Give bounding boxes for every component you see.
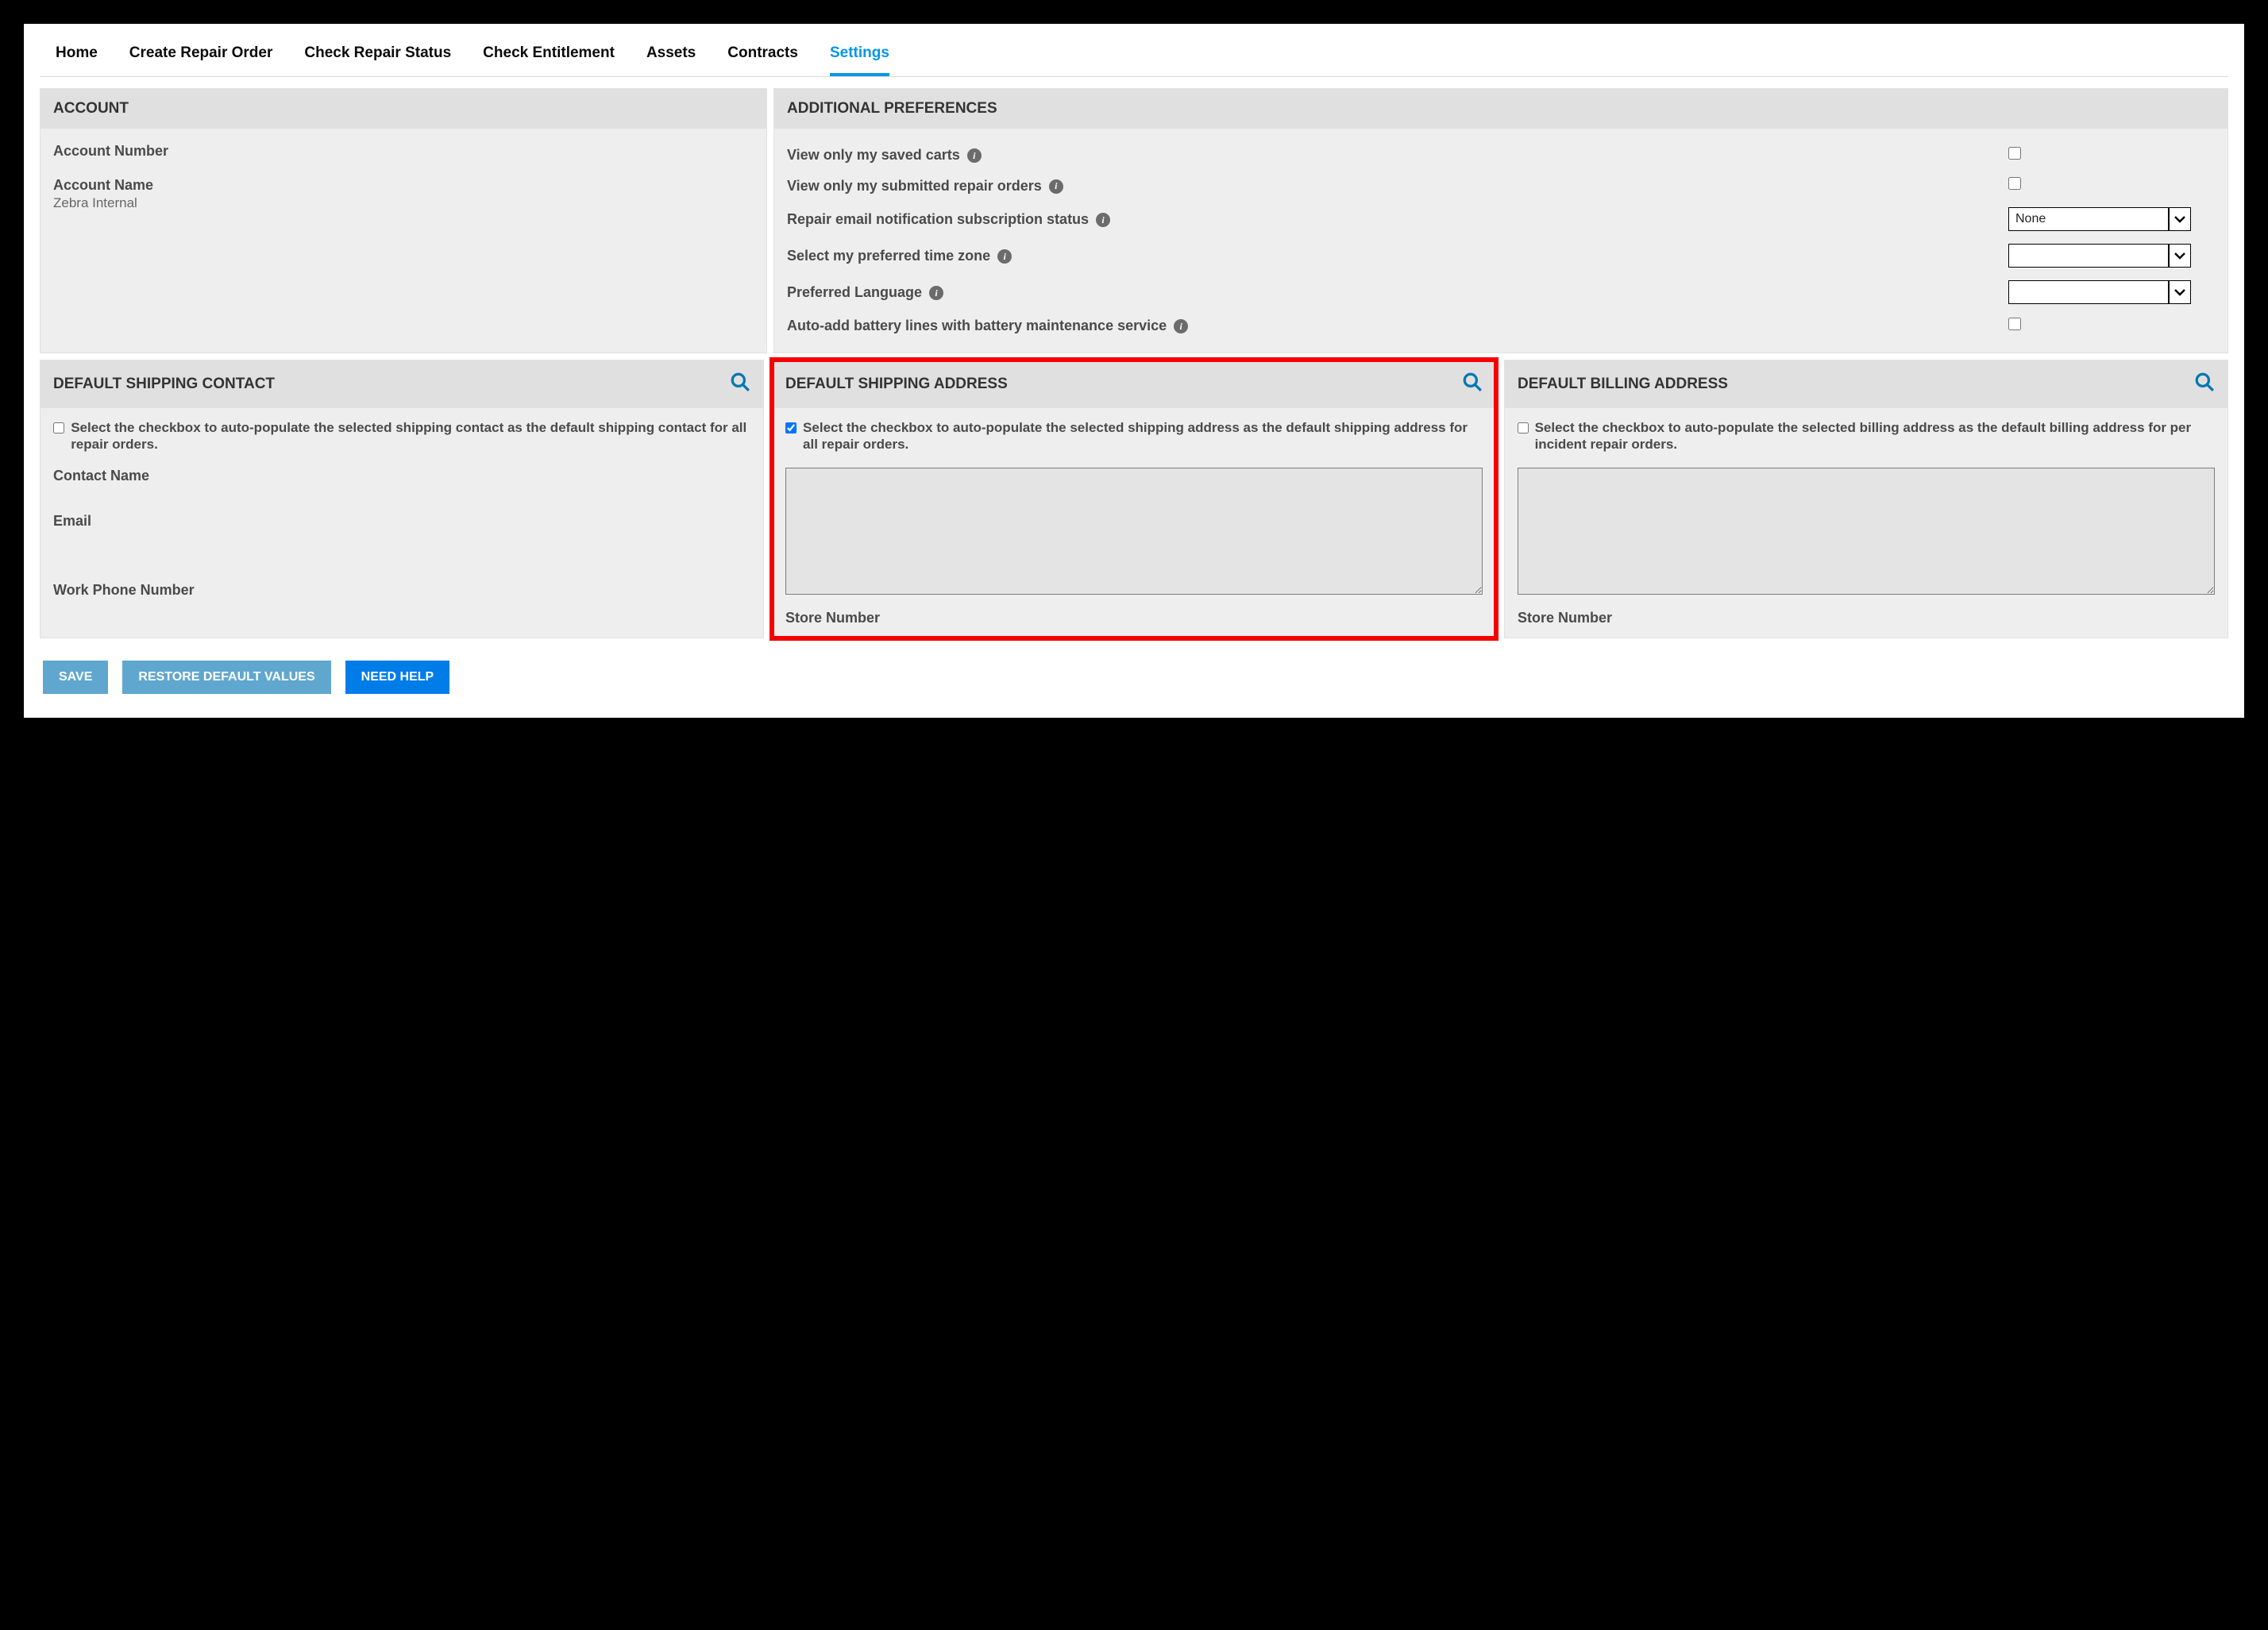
work-phone-label: Work Phone Number xyxy=(53,582,750,599)
email-label: Email xyxy=(53,513,750,530)
info-icon[interactable]: i xyxy=(1096,213,1110,227)
search-icon[interactable] xyxy=(2194,372,2215,397)
top-nav: Home Create Repair Order Check Repair St… xyxy=(40,32,2228,77)
shipping-contact-checkbox-text: Select the checkbox to auto-populate the… xyxy=(71,419,750,454)
shipping-address-header: DEFAULT SHIPPING ADDRESS xyxy=(773,360,1495,408)
pref-battery-checkbox[interactable] xyxy=(2008,318,2021,330)
app-frame: Home Create Repair Order Check Repair St… xyxy=(24,24,2244,718)
pref-timezone-label: Select my preferred time zone xyxy=(787,248,990,264)
tab-create-repair-order[interactable]: Create Repair Order xyxy=(129,32,273,76)
preferences-panel: ADDITIONAL PREFERENCES View only my save… xyxy=(773,88,2228,353)
pref-email-sub-select[interactable]: None xyxy=(2008,207,2191,231)
preferences-header: ADDITIONAL PREFERENCES xyxy=(774,89,2228,129)
tab-contracts[interactable]: Contracts xyxy=(727,32,798,76)
pref-language-label: Preferred Language xyxy=(787,284,922,300)
shipping-address-title: DEFAULT SHIPPING ADDRESS xyxy=(785,376,1008,393)
shipping-contact-panel: DEFAULT SHIPPING CONTACT Select the chec… xyxy=(40,360,764,639)
chevron-down-icon xyxy=(2168,245,2190,267)
tab-home[interactable]: Home xyxy=(56,32,98,76)
pref-timezone-select[interactable] xyxy=(2008,244,2191,268)
billing-address-checkbox-text: Select the checkbox to auto-populate the… xyxy=(1535,419,2215,454)
shipping-contact-checkbox[interactable] xyxy=(53,422,64,434)
action-bar: SAVE RESTORE DEFAULT VALUES NEED HELP xyxy=(40,661,2228,694)
shipping-address-textarea[interactable] xyxy=(785,468,1483,595)
restore-defaults-button[interactable]: RESTORE DEFAULT VALUES xyxy=(122,661,330,694)
account-title: ACCOUNT xyxy=(53,100,129,118)
pref-view-carts-label: View only my saved carts xyxy=(787,147,960,163)
pref-email-sub-value: None xyxy=(2009,208,2168,230)
account-panel: ACCOUNT Account Number Account Name Zebr… xyxy=(40,88,767,353)
info-icon[interactable]: i xyxy=(967,148,982,163)
preferences-title: ADDITIONAL PREFERENCES xyxy=(787,100,997,118)
tab-settings[interactable]: Settings xyxy=(830,32,889,76)
shipping-address-checkbox[interactable] xyxy=(785,422,796,434)
account-header: ACCOUNT xyxy=(40,89,766,129)
shipping-store-number-label: Store Number xyxy=(785,610,1483,626)
need-help-button[interactable]: NEED HELP xyxy=(345,661,450,694)
info-icon[interactable]: i xyxy=(1049,179,1063,194)
tab-check-entitlement[interactable]: Check Entitlement xyxy=(483,32,615,76)
account-number-label: Account Number xyxy=(53,143,754,160)
billing-address-panel: DEFAULT BILLING ADDRESS Select the check… xyxy=(1504,360,2228,639)
billing-address-textarea[interactable] xyxy=(1518,468,2215,595)
billing-address-checkbox[interactable] xyxy=(1518,422,1529,434)
pref-view-carts-checkbox[interactable] xyxy=(2008,147,2021,160)
pref-language-value xyxy=(2009,281,2168,303)
account-name-label: Account Name xyxy=(53,177,754,194)
pref-timezone-value xyxy=(2009,245,2168,267)
pref-email-sub-label: Repair email notification subscription s… xyxy=(787,211,1089,227)
contact-name-label: Contact Name xyxy=(53,468,750,484)
billing-store-number-label: Store Number xyxy=(1518,610,2215,626)
info-icon[interactable]: i xyxy=(997,249,1012,264)
shipping-contact-header: DEFAULT SHIPPING CONTACT xyxy=(40,360,763,408)
pref-view-orders-checkbox[interactable] xyxy=(2008,177,2021,190)
pref-battery-label: Auto-add battery lines with battery main… xyxy=(787,318,1167,333)
search-icon[interactable] xyxy=(730,372,750,397)
pref-language-select[interactable] xyxy=(2008,280,2191,304)
pref-view-orders-label: View only my submitted repair orders xyxy=(787,178,1042,194)
shipping-contact-title: DEFAULT SHIPPING CONTACT xyxy=(53,376,275,393)
info-icon[interactable]: i xyxy=(1174,319,1188,333)
tab-assets[interactable]: Assets xyxy=(646,32,696,76)
account-name-value: Zebra Internal xyxy=(53,195,754,211)
billing-address-header: DEFAULT BILLING ADDRESS xyxy=(1505,360,2228,408)
shipping-address-checkbox-text: Select the checkbox to auto-populate the… xyxy=(803,419,1483,454)
tab-check-repair-status[interactable]: Check Repair Status xyxy=(304,32,451,76)
chevron-down-icon xyxy=(2168,281,2190,303)
save-button[interactable]: SAVE xyxy=(43,661,108,694)
info-icon[interactable]: i xyxy=(929,286,943,300)
search-icon[interactable] xyxy=(1462,372,1483,397)
chevron-down-icon xyxy=(2168,208,2190,230)
shipping-address-panel: DEFAULT SHIPPING ADDRESS Select the chec… xyxy=(772,360,1496,639)
billing-address-title: DEFAULT BILLING ADDRESS xyxy=(1518,376,1728,393)
